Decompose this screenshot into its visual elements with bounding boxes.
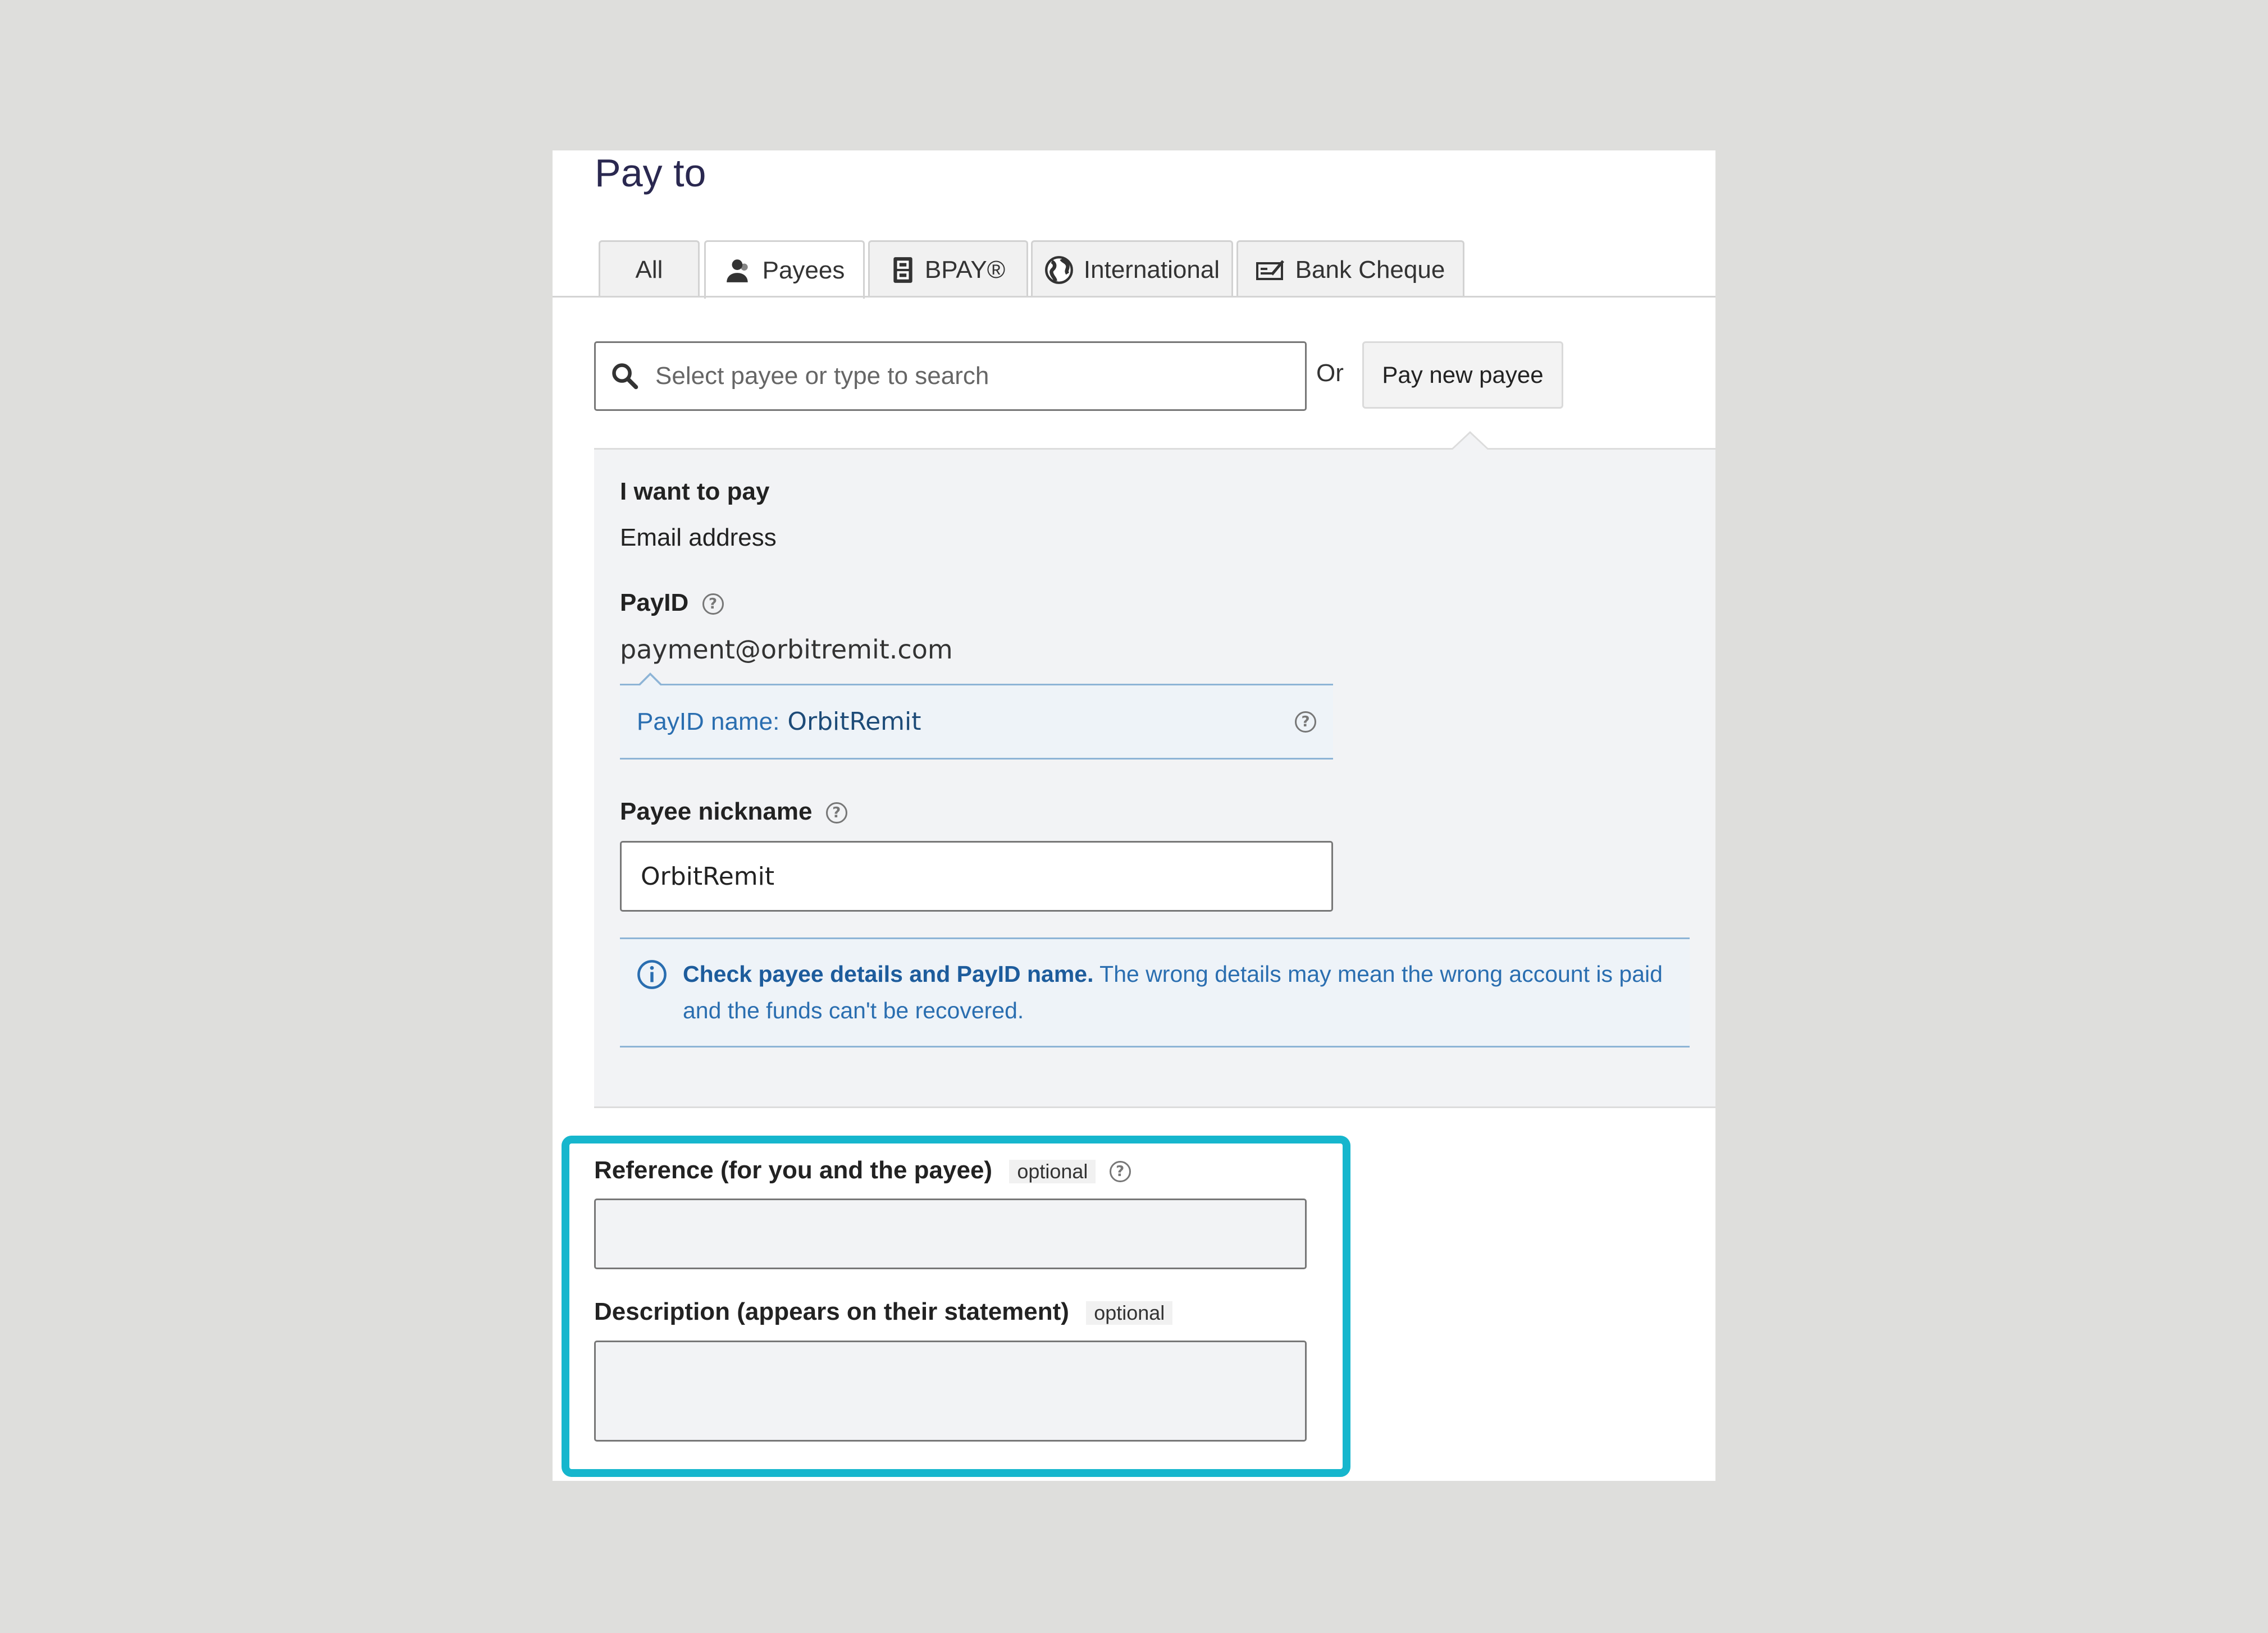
payid-label: PayID ? (620, 589, 724, 617)
nickname-label-text: Payee nickname (620, 798, 813, 825)
tabs-divider (553, 296, 1715, 298)
globe-icon (1044, 255, 1073, 284)
notice-bold-text: Check payee details and PayID name. (683, 961, 1094, 987)
help-icon[interactable]: ? (702, 593, 724, 615)
tab-label: Payees (762, 256, 845, 284)
search-input[interactable] (655, 362, 1273, 390)
payid-name-box: PayID name: OrbitRemit ? (620, 684, 1333, 760)
payid-name-label: PayID name: (637, 708, 780, 735)
cheque-icon (1256, 259, 1284, 280)
popover-caret-fill (1453, 433, 1487, 450)
bpay-icon (893, 257, 912, 283)
payee-nickname-input[interactable] (620, 841, 1333, 912)
help-icon[interactable]: ? (1295, 711, 1316, 733)
tab-label: International (1083, 255, 1220, 283)
or-label: Or (1316, 359, 1344, 387)
payid-name-value: OrbitRemit (787, 707, 921, 736)
payid-label-text: PayID (620, 589, 689, 616)
nickname-label: Payee nickname ? (620, 798, 847, 826)
tab-label: All (635, 255, 663, 283)
person-icon (726, 259, 748, 282)
tab-bank-cheque[interactable]: Bank Cheque (1236, 240, 1464, 298)
want-to-pay-label: I want to pay (620, 478, 770, 505)
info-icon (637, 960, 667, 989)
tab-all[interactable]: All (599, 240, 700, 298)
check-details-notice: Check payee details and PayID name. The … (620, 937, 1690, 1048)
tab-international[interactable]: International (1031, 240, 1233, 298)
want-to-pay-value[interactable]: Email address (620, 524, 777, 552)
tab-bpay[interactable]: BPAY® (868, 240, 1028, 298)
tab-payees[interactable]: Payees (704, 240, 865, 299)
pay-new-payee-button[interactable]: Pay new payee (1362, 341, 1563, 409)
tab-label: BPAY® (924, 255, 1006, 283)
tab-label: Bank Cheque (1295, 255, 1445, 283)
payid-box-caret-fill (640, 675, 661, 686)
payid-value[interactable]: payment@orbitremit.com (620, 634, 953, 665)
highlight-frame (562, 1136, 1350, 1477)
search-icon (612, 363, 638, 390)
page-title: Pay to (595, 151, 706, 195)
help-icon[interactable]: ? (825, 802, 847, 824)
payee-search[interactable] (594, 341, 1307, 411)
